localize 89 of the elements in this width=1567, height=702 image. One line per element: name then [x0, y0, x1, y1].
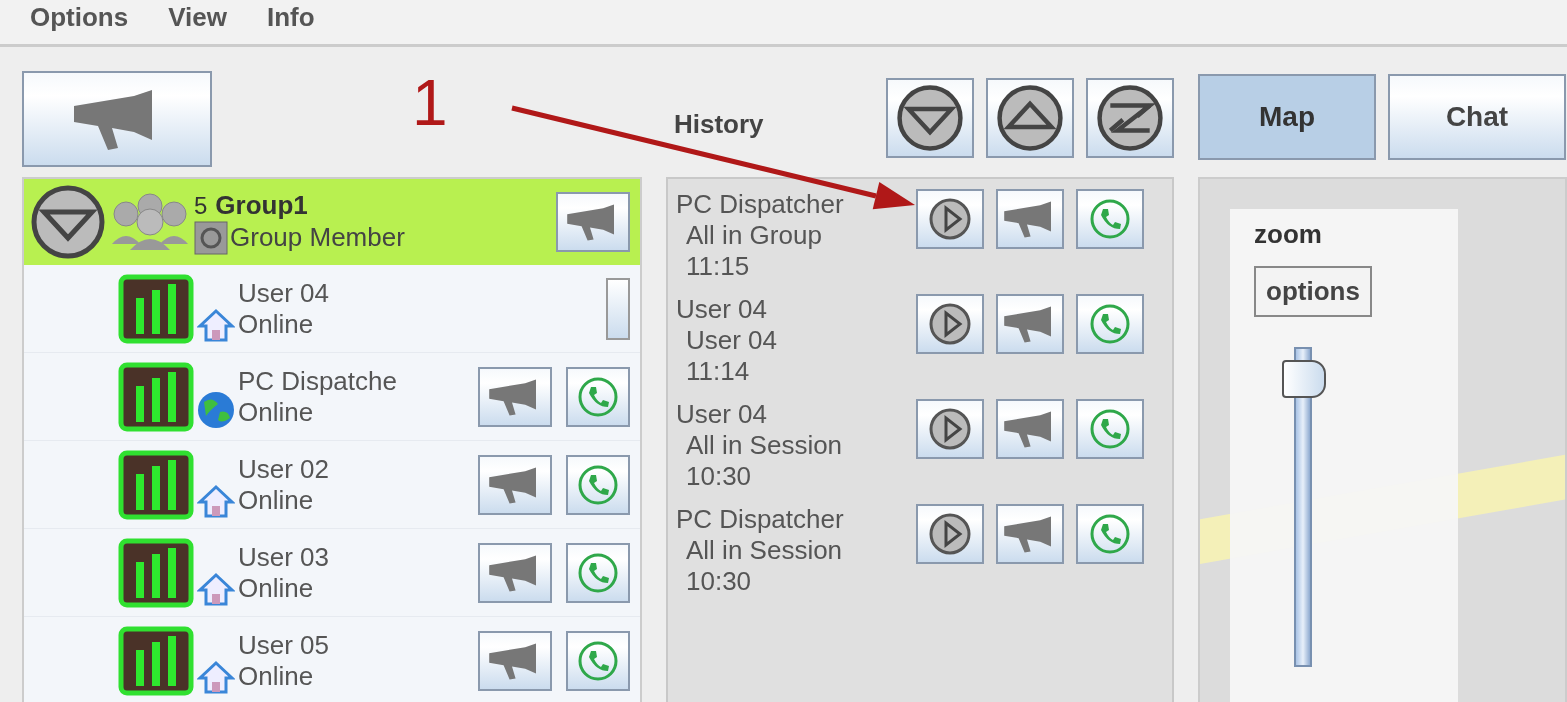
broadcast-button[interactable] — [996, 504, 1064, 564]
history-target: All in Group — [685, 220, 823, 251]
history-time: 10:30 — [685, 461, 753, 492]
broadcast-button[interactable] — [478, 630, 552, 691]
member-status: Online — [238, 660, 315, 692]
home-icon — [197, 572, 235, 606]
history-caller: PC Dispatcher — [676, 189, 845, 220]
member-status: Online — [238, 572, 315, 604]
member-row[interactable]: User 02 Online — [24, 441, 640, 529]
zoom-slider[interactable] — [1282, 347, 1326, 667]
broadcast-button[interactable] — [996, 399, 1064, 459]
member-name: User 02 — [238, 453, 331, 485]
annotation-number: 1 — [412, 71, 448, 135]
member-status: Online — [238, 308, 315, 340]
group-row[interactable]: 5 Group1 Group Member — [24, 179, 640, 265]
call-button[interactable] — [566, 454, 630, 515]
history-target: All in Session — [685, 430, 844, 461]
people-group-icon — [110, 192, 190, 252]
group-broadcast-button[interactable] — [556, 192, 630, 252]
play-icon — [928, 512, 972, 556]
member-name: User 03 — [238, 541, 331, 573]
broadcast-button[interactable] — [478, 454, 552, 515]
tab[interactable]: Chat — [1388, 74, 1566, 160]
broadcast-button[interactable] — [996, 294, 1064, 354]
member-status: Online — [238, 396, 315, 428]
member-status: Online — [238, 484, 315, 516]
member-count: 5 — [194, 191, 208, 220]
slider-thumb[interactable] — [1282, 360, 1326, 398]
group-role: Group Member — [230, 222, 405, 253]
scroll-up-button[interactable] — [986, 78, 1074, 158]
replay-button[interactable] — [916, 399, 984, 459]
volume-bar — [606, 277, 630, 340]
globe-icon — [196, 390, 236, 430]
menu-item[interactable]: View — [168, 0, 227, 34]
home-icon — [197, 484, 235, 518]
history-target: User 04 — [685, 325, 779, 356]
play-icon — [928, 302, 972, 346]
member-row[interactable]: User 05 Online — [24, 617, 640, 702]
signal-bars-icon — [118, 537, 194, 608]
call-button[interactable] — [566, 542, 630, 603]
history-caller: User 04 — [676, 294, 769, 325]
replay-button[interactable] — [916, 294, 984, 354]
scroll-down-button[interactable] — [886, 78, 974, 158]
collapse-button[interactable] — [1086, 78, 1174, 158]
broadcast-button[interactable] — [478, 542, 552, 603]
broadcast-button[interactable] — [478, 366, 552, 427]
play-icon — [928, 407, 972, 451]
phone-icon — [1088, 197, 1132, 241]
call-button[interactable] — [566, 366, 630, 427]
history-time: 10:30 — [685, 566, 753, 597]
member-name: PC Dispatche — [238, 365, 398, 397]
options-button[interactable]: options — [1254, 266, 1372, 317]
signal-bars-icon — [118, 625, 194, 696]
zoom-label: zoom — [1254, 219, 1322, 250]
broadcast-button[interactable] — [996, 189, 1064, 249]
expand-toggle-icon[interactable] — [30, 184, 106, 260]
call-button[interactable] — [1076, 399, 1144, 459]
history-time: 11:15 — [685, 251, 751, 282]
call-button[interactable] — [1076, 189, 1144, 249]
member-row[interactable]: PC Dispatche Online — [24, 353, 640, 441]
signal-bars-icon — [118, 449, 194, 520]
call-button[interactable] — [566, 630, 630, 691]
history-caller: User 04 — [676, 399, 769, 430]
history-caller: PC Dispatcher — [676, 504, 845, 535]
phone-icon — [1088, 512, 1132, 556]
call-button[interactable] — [1076, 504, 1144, 564]
call-button[interactable] — [1076, 294, 1144, 354]
member-name: User 05 — [238, 629, 331, 661]
replay-button[interactable] — [916, 504, 984, 564]
play-icon — [928, 197, 972, 241]
group-name: Group1 — [215, 189, 308, 221]
scanner-icon — [194, 220, 228, 255]
history-title: History — [674, 108, 764, 140]
home-icon — [197, 660, 235, 694]
tab[interactable]: Map — [1198, 74, 1376, 160]
broadcast-button[interactable] — [22, 71, 212, 167]
phone-icon — [1088, 407, 1132, 451]
member-row[interactable]: User 03 Online — [24, 529, 640, 617]
signal-bars-icon — [118, 273, 194, 344]
member-name: User 04 — [238, 277, 331, 309]
menu-item[interactable]: Info — [267, 0, 315, 34]
history-time: 11:14 — [685, 356, 751, 387]
history-target: All in Session — [685, 535, 844, 566]
home-icon — [197, 308, 235, 342]
replay-button[interactable] — [916, 189, 984, 249]
member-row[interactable]: User 04 Online — [24, 265, 640, 353]
signal-bars-icon — [118, 361, 194, 432]
menu-item[interactable]: Options — [30, 0, 129, 34]
phone-icon — [1088, 302, 1132, 346]
